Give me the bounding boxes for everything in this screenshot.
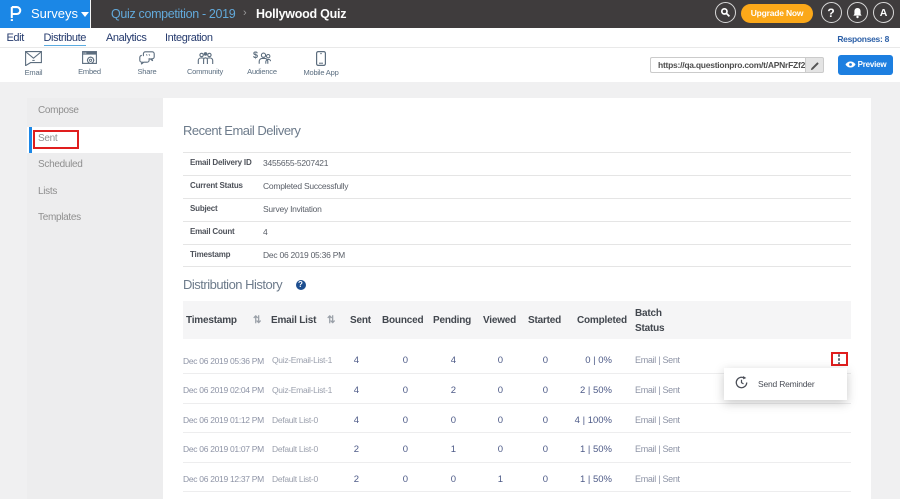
svg-text:$: $ [253, 51, 258, 60]
